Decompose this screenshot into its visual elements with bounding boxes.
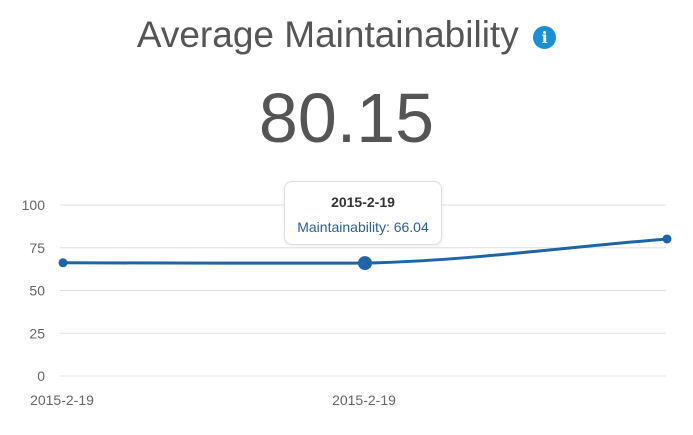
y-tick-label: 50 (29, 283, 45, 299)
y-tick-label: 0 (37, 368, 45, 384)
data-point[interactable] (58, 258, 68, 268)
tooltip: 2015-2-19 Maintainability: 66.04 (284, 181, 442, 245)
tooltip-value: Maintainability: 66.04 (297, 219, 429, 235)
data-point[interactable] (662, 234, 672, 244)
x-axis-ticks: 2015-2-19 2015-2-19 (30, 392, 396, 408)
y-tick-label: 100 (22, 197, 46, 213)
y-axis-ticks: 0 25 50 75 100 (22, 197, 46, 384)
x-tick-label: 2015-2-19 (30, 392, 94, 408)
x-tick-label: 2015-2-19 (332, 392, 396, 408)
tooltip-date: 2015-2-19 (331, 194, 395, 210)
y-tick-label: 25 (29, 325, 45, 341)
highlighted-data-point[interactable] (358, 256, 372, 271)
y-tick-label: 75 (29, 240, 45, 256)
